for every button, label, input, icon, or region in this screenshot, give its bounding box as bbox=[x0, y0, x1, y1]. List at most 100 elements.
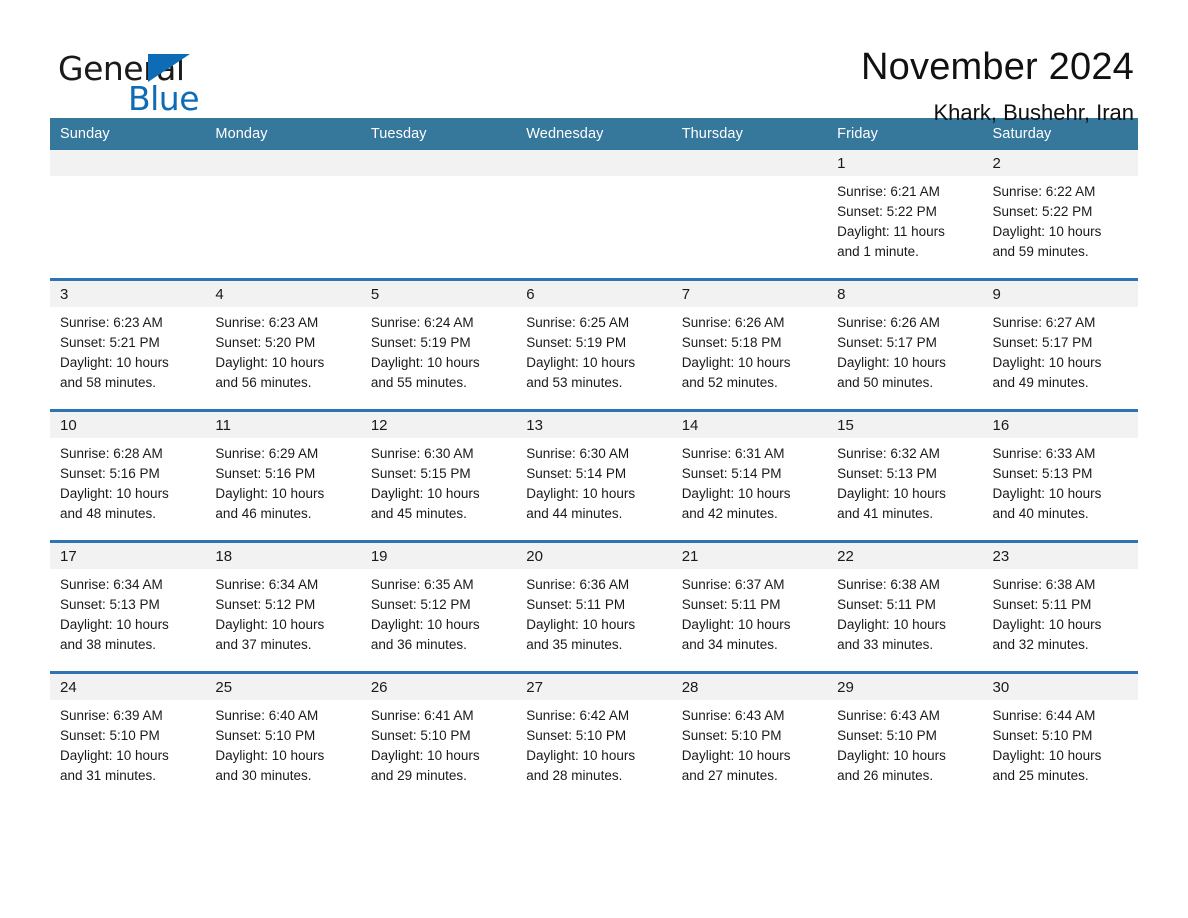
calendar-body: 1 Sunrise: 6:21 AM Sunset: 5:22 PM Daylight… bbox=[50, 150, 1138, 802]
calendar-day-cell[interactable]: 16 Sunrise: 6:33 AM Sunset: 5:13 PM Dayligh… bbox=[982, 409, 1138, 542]
day-number: 15 bbox=[827, 412, 983, 438]
calendar-day-cell[interactable] bbox=[671, 150, 828, 280]
calendar-day-cell[interactable]: 27 Sunrise: 6:42 AM Sunset: 5:10 PM Dayligh… bbox=[516, 671, 672, 802]
calendar-day-cell[interactable]: 24 Sunrise: 6:39 AM Sunset: 5:10 PM Dayligh… bbox=[50, 671, 206, 802]
sunset-text: Sunset: 5:22 PM bbox=[992, 204, 1093, 219]
day-details: Sunrise: 6:34 AM Sunset: 5:12 PM Daylight:… bbox=[205, 569, 360, 655]
day-number: 24 bbox=[50, 674, 206, 700]
calendar-day-cell[interactable]: 28 Sunrise: 6:43 AM Sunset: 5:10 PM Dayligh… bbox=[671, 671, 828, 802]
page-header: General Blue November 2024 Khark, Busheh… bbox=[50, 0, 1138, 125]
sunrise-text: Sunrise: 6:38 AM bbox=[992, 577, 1096, 592]
calendar-day-cell[interactable] bbox=[50, 150, 206, 280]
day-cell-content: 21 Sunrise: 6:37 AM Sunset: 5:11 PM Dayligh… bbox=[671, 543, 828, 671]
day-details: Sunrise: 6:25 AM Sunset: 5:19 PM Daylight:… bbox=[516, 307, 671, 393]
calendar-day-cell[interactable]: 3 Sunrise: 6:23 AM Sunset: 5:21 PM Daylight… bbox=[50, 278, 206, 411]
calendar-day-cell[interactable]: 22 Sunrise: 6:38 AM Sunset: 5:11 PM Dayligh… bbox=[827, 540, 983, 673]
page-title: November 2024 bbox=[861, 46, 1134, 88]
daylight-text-line2: and 46 minutes. bbox=[215, 506, 312, 521]
sunrise-text: Sunrise: 6:24 AM bbox=[370, 315, 474, 330]
title-block: November 2024 Khark, Bushehr, Iran bbox=[861, 44, 1138, 128]
sunset-text: Sunset: 5:19 PM bbox=[370, 335, 471, 350]
calendar-day-cell[interactable] bbox=[205, 150, 361, 280]
day-number: 28 bbox=[671, 674, 828, 700]
day-details: Sunrise: 6:43 AM Sunset: 5:10 PM Daylight:… bbox=[672, 700, 827, 786]
calendar-day-cell[interactable]: 17 Sunrise: 6:34 AM Sunset: 5:13 PM Dayligh… bbox=[50, 540, 206, 673]
calendar-day-cell[interactable]: 18 Sunrise: 6:34 AM Sunset: 5:12 PM Dayligh… bbox=[205, 540, 361, 673]
daylight-text-line1: Daylight: 11 hours bbox=[837, 224, 945, 239]
day-number: 5 bbox=[360, 281, 517, 307]
calendar-day-cell[interactable]: 7 Sunrise: 6:26 AM Sunset: 5:18 PM Daylight… bbox=[671, 278, 828, 411]
day-cell-content bbox=[205, 150, 361, 278]
daylight-text-line2: and 56 minutes. bbox=[215, 375, 312, 390]
calendar-day-cell[interactable]: 14 Sunrise: 6:31 AM Sunset: 5:14 PM Dayligh… bbox=[671, 409, 828, 542]
calendar-day-cell[interactable] bbox=[360, 150, 517, 280]
sunrise-text: Sunrise: 6:23 AM bbox=[60, 315, 163, 330]
sunrise-text: Sunrise: 6:34 AM bbox=[60, 577, 163, 592]
day-cell-content bbox=[516, 150, 672, 278]
calendar-day-cell[interactable]: 11 Sunrise: 6:29 AM Sunset: 5:16 PM Dayligh… bbox=[205, 409, 361, 542]
calendar-day-cell[interactable]: 1 Sunrise: 6:21 AM Sunset: 5:22 PM Daylight… bbox=[827, 150, 983, 280]
day-cell-content: 25 Sunrise: 6:40 AM Sunset: 5:10 PM Dayligh… bbox=[205, 674, 361, 802]
day-number: 3 bbox=[50, 281, 206, 307]
calendar-day-cell[interactable] bbox=[516, 150, 672, 280]
day-number: 19 bbox=[360, 543, 517, 569]
day-number: 9 bbox=[982, 281, 1138, 307]
calendar-day-cell[interactable]: 19 Sunrise: 6:35 AM Sunset: 5:12 PM Dayligh… bbox=[360, 540, 517, 673]
weekday-header-thursday: Thursday bbox=[671, 118, 828, 150]
day-details: Sunrise: 6:32 AM Sunset: 5:13 PM Daylight:… bbox=[827, 438, 982, 524]
day-number: 1 bbox=[827, 150, 983, 176]
calendar-day-cell[interactable]: 12 Sunrise: 6:30 AM Sunset: 5:15 PM Dayligh… bbox=[360, 409, 517, 542]
daylight-text-line1: Daylight: 10 hours bbox=[526, 748, 636, 763]
day-details: Sunrise: 6:39 AM Sunset: 5:10 PM Daylight:… bbox=[50, 700, 205, 786]
generalblue-logo[interactable]: General Blue bbox=[50, 44, 230, 116]
calendar-day-cell[interactable]: 6 Sunrise: 6:25 AM Sunset: 5:19 PM Daylight… bbox=[516, 278, 672, 411]
calendar-day-cell[interactable]: 13 Sunrise: 6:30 AM Sunset: 5:14 PM Dayligh… bbox=[516, 409, 672, 542]
daylight-text-line1: Daylight: 10 hours bbox=[60, 355, 169, 370]
calendar-day-cell[interactable]: 2 Sunrise: 6:22 AM Sunset: 5:22 PM Daylight… bbox=[982, 150, 1138, 280]
day-number: 10 bbox=[50, 412, 206, 438]
day-cell-content bbox=[50, 150, 206, 278]
calendar-day-cell[interactable]: 10 Sunrise: 6:28 AM Sunset: 5:16 PM Dayligh… bbox=[50, 409, 206, 542]
daylight-text-line1: Daylight: 10 hours bbox=[681, 617, 791, 632]
sunset-text: Sunset: 5:11 PM bbox=[837, 597, 936, 612]
day-details: Sunrise: 6:30 AM Sunset: 5:14 PM Daylight:… bbox=[516, 438, 671, 524]
calendar-day-cell[interactable]: 8 Sunrise: 6:26 AM Sunset: 5:17 PM Daylight… bbox=[827, 278, 983, 411]
calendar-day-cell[interactable]: 23 Sunrise: 6:38 AM Sunset: 5:11 PM Dayligh… bbox=[982, 540, 1138, 673]
calendar-day-cell[interactable]: 5 Sunrise: 6:24 AM Sunset: 5:19 PM Daylight… bbox=[360, 278, 517, 411]
sunrise-text: Sunrise: 6:29 AM bbox=[215, 446, 319, 461]
day-cell-content: 19 Sunrise: 6:35 AM Sunset: 5:12 PM Dayligh… bbox=[360, 543, 517, 671]
daylight-text-line1: Daylight: 10 hours bbox=[60, 486, 169, 501]
sunset-text: Sunset: 5:13 PM bbox=[60, 597, 160, 612]
daylight-text-line1: Daylight: 10 hours bbox=[526, 355, 636, 370]
sunrise-text: Sunrise: 6:39 AM bbox=[60, 708, 163, 723]
day-cell-content: 17 Sunrise: 6:34 AM Sunset: 5:13 PM Dayligh… bbox=[50, 543, 206, 671]
day-number: 20 bbox=[516, 543, 672, 569]
calendar-day-cell[interactable]: 25 Sunrise: 6:40 AM Sunset: 5:10 PM Dayligh… bbox=[205, 671, 361, 802]
day-details bbox=[361, 176, 516, 182]
daylight-text-line2: and 37 minutes. bbox=[215, 637, 312, 652]
calendar-day-cell[interactable]: 4 Sunrise: 6:23 AM Sunset: 5:20 PM Daylight… bbox=[205, 278, 361, 411]
day-cell-content: 26 Sunrise: 6:41 AM Sunset: 5:10 PM Dayligh… bbox=[360, 674, 517, 802]
calendar-day-cell[interactable]: 20 Sunrise: 6:36 AM Sunset: 5:11 PM Dayligh… bbox=[516, 540, 672, 673]
day-cell-content: 1 Sunrise: 6:21 AM Sunset: 5:22 PM Daylight… bbox=[827, 150, 983, 278]
calendar-day-cell[interactable]: 9 Sunrise: 6:27 AM Sunset: 5:17 PM Daylight… bbox=[982, 278, 1138, 411]
sunset-text: Sunset: 5:21 PM bbox=[60, 335, 160, 350]
weekday-header-sunday: Sunday bbox=[50, 118, 206, 150]
calendar-day-cell[interactable]: 15 Sunrise: 6:32 AM Sunset: 5:13 PM Dayligh… bbox=[827, 409, 983, 542]
day-details: Sunrise: 6:21 AM Sunset: 5:22 PM Daylight:… bbox=[827, 176, 982, 262]
sunrise-text: Sunrise: 6:23 AM bbox=[215, 315, 319, 330]
day-cell-content: 12 Sunrise: 6:30 AM Sunset: 5:15 PM Dayligh… bbox=[360, 412, 517, 540]
daylight-text-line2: and 25 minutes. bbox=[992, 768, 1089, 783]
sunset-text: Sunset: 5:14 PM bbox=[526, 466, 627, 481]
daylight-text-line1: Daylight: 10 hours bbox=[681, 748, 791, 763]
calendar-day-cell[interactable]: 21 Sunrise: 6:37 AM Sunset: 5:11 PM Dayligh… bbox=[671, 540, 828, 673]
calendar-day-cell[interactable]: 30 Sunrise: 6:44 AM Sunset: 5:10 PM Dayligh… bbox=[982, 671, 1138, 802]
calendar-day-cell[interactable]: 29 Sunrise: 6:43 AM Sunset: 5:10 PM Dayligh… bbox=[827, 671, 983, 802]
day-number: 22 bbox=[827, 543, 983, 569]
daylight-text-line2: and 58 minutes. bbox=[60, 375, 157, 390]
day-cell-content: 27 Sunrise: 6:42 AM Sunset: 5:10 PM Dayligh… bbox=[516, 674, 672, 802]
daylight-text-line1: Daylight: 10 hours bbox=[370, 617, 480, 632]
logo-text-blue: Blue bbox=[128, 79, 200, 118]
calendar-day-cell[interactable]: 26 Sunrise: 6:41 AM Sunset: 5:10 PM Dayligh… bbox=[360, 671, 517, 802]
sunset-text: Sunset: 5:16 PM bbox=[60, 466, 160, 481]
